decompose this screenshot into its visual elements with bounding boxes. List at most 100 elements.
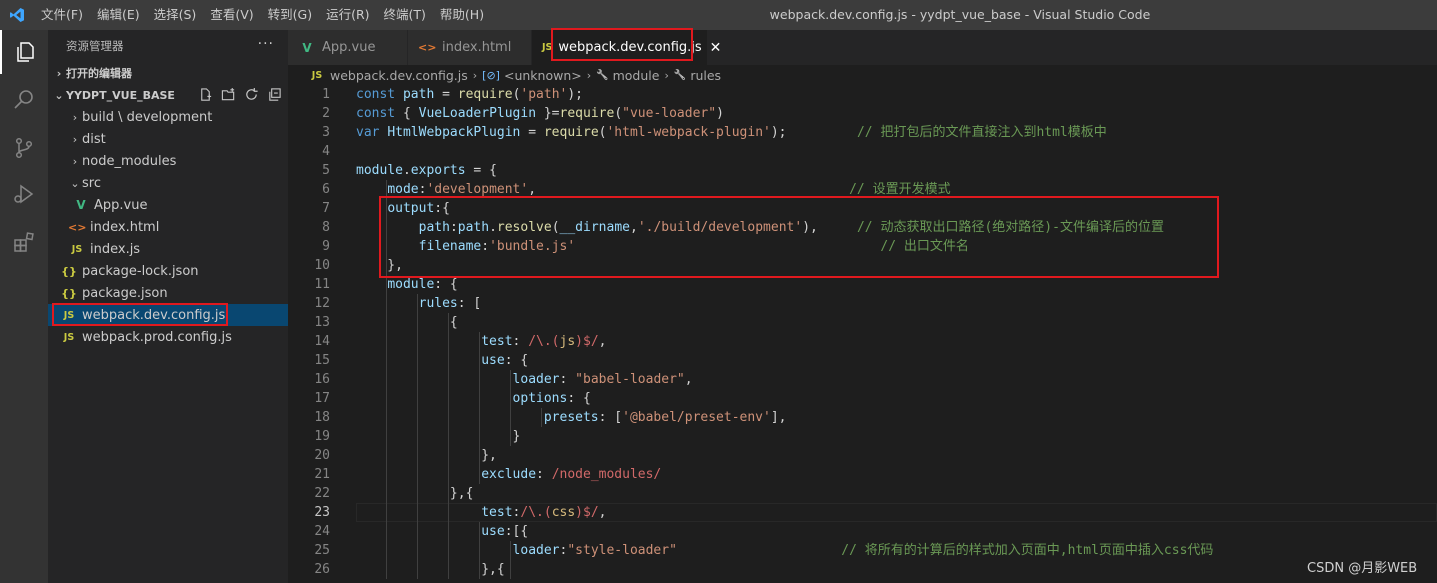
explorer-title: 资源管理器 <box>66 39 124 53</box>
code-token: test <box>481 334 513 349</box>
watermark: CSDN @月影WEB <box>1307 561 1418 576</box>
menu-edit[interactable]: 编辑(E) <box>90 0 147 30</box>
code-token: require <box>559 106 615 121</box>
tab-index-html[interactable]: <> index.html <box>408 30 532 65</box>
tree-item-package-lock[interactable]: {} package-lock.json <box>48 260 288 282</box>
tree-item-index-html[interactable]: <> index.html <box>48 216 288 238</box>
line-code: const { VueLoaderPlugin }=require("vue-l… <box>356 104 724 123</box>
tree-item-build[interactable]: › build \ development <box>48 106 288 128</box>
code-token: js <box>559 334 576 349</box>
breadcrumb-module[interactable]: module <box>613 68 660 83</box>
line-code: presets: ['@babel/preset-env'], <box>356 408 787 427</box>
chevron-right-icon: › <box>72 110 78 124</box>
code-token: VueLoaderPlugin <box>418 106 537 121</box>
code-token: },{ <box>356 486 474 501</box>
tree-item-index-js[interactable]: JS index.js <box>48 238 288 260</box>
folder-section[interactable]: ⌄ YYDPT_VUE_BASE <box>48 84 288 106</box>
tree-item-label: src <box>82 175 101 191</box>
tree-item-app-vue[interactable]: V App.vue <box>48 194 288 216</box>
source-control-icon[interactable] <box>0 126 48 170</box>
refresh-icon[interactable] <box>243 86 259 102</box>
code-line: 20 }, <box>288 446 1437 465</box>
extensions-icon[interactable] <box>0 220 48 264</box>
code-line: 6 mode:'development', // 设置开发模式 <box>288 180 1437 199</box>
line-number: 8 <box>322 220 330 235</box>
code-token: path <box>418 220 450 235</box>
search-icon[interactable] <box>0 78 48 122</box>
code-token: ); <box>567 87 584 102</box>
menu-selection[interactable]: 选择(S) <box>147 0 204 30</box>
line-code: path:path.resolve(__dirname,'./build/dev… <box>356 218 1164 237</box>
open-editors-section[interactable]: › 打开的编辑器 <box>48 62 288 84</box>
tree-item-src[interactable]: ⌄ src <box>48 172 288 194</box>
code-token: use <box>481 353 505 368</box>
explorer-icon[interactable] <box>0 30 48 74</box>
chevron-right-icon: › <box>664 68 669 82</box>
code-token: loader <box>512 372 560 387</box>
code-token: ], <box>770 410 787 425</box>
code-token: /node_modules/ <box>551 467 662 482</box>
code-token: . <box>489 220 497 235</box>
tree-item-label: dist <box>82 131 106 147</box>
code-token: /\.( <box>520 505 552 520</box>
code-token: : { <box>504 353 529 368</box>
line-number: 18 <box>314 410 330 425</box>
code-editor[interactable]: 1 const path = require('path'); 2 const { V… <box>288 85 1437 583</box>
breadcrumb-file[interactable]: webpack.dev.config.js <box>330 68 468 83</box>
line-number: 12 <box>314 296 330 311</box>
code-token: , <box>684 372 693 387</box>
menu-bar: 文件(F) 编辑(E) 选择(S) 查看(V) 转到(G) 运行(R) 终端(T… <box>34 0 491 30</box>
menu-file[interactable]: 文件(F) <box>34 0 90 30</box>
menu-help[interactable]: 帮助(H) <box>433 0 491 30</box>
line-code: use:[{ <box>356 522 528 541</box>
tree-item-label: webpack.dev.config.js <box>82 307 226 323</box>
tree-item-package-json[interactable]: {} package.json <box>48 282 288 304</box>
tree-item-node-modules[interactable]: › node_modules <box>48 150 288 172</box>
code-token: :[{ <box>504 524 529 539</box>
tab-webpack-dev-config[interactable]: JS webpack.dev.config.js ✕ <box>532 30 721 65</box>
code-token: = <box>520 125 544 140</box>
line-number: 2 <box>322 106 330 121</box>
code-token: module <box>356 163 403 178</box>
tree-item-webpack-dev-config[interactable]: JS webpack.dev.config.js <box>48 304 288 326</box>
folder-name: YYDPT_VUE_BASE <box>66 88 175 102</box>
collapse-all-icon[interactable] <box>266 86 282 102</box>
code-token: { <box>402 106 419 121</box>
new-file-icon[interactable] <box>197 86 213 102</box>
tree-item-dist[interactable]: › dist <box>48 128 288 150</box>
breadcrumb-unknown[interactable]: <unknown> <box>504 68 582 83</box>
close-icon[interactable]: ✕ <box>710 40 722 56</box>
code-token: , <box>528 182 537 197</box>
chevron-down-icon: ⌄ <box>70 176 80 190</box>
tree-item-webpack-prod-config[interactable]: JS webpack.prod.config.js <box>48 326 288 348</box>
code-token: }= <box>536 106 560 121</box>
tab-app-vue[interactable]: V App.vue <box>288 30 408 65</box>
code-token: '@babel/preset-env' <box>622 410 771 425</box>
menu-run[interactable]: 运行(R) <box>319 0 376 30</box>
new-folder-icon[interactable] <box>220 86 236 102</box>
code-token: ); <box>770 125 787 140</box>
menu-view[interactable]: 查看(V) <box>203 0 260 30</box>
code-token: : <box>559 372 576 387</box>
menu-go[interactable]: 转到(G) <box>261 0 319 30</box>
code-token: test <box>481 505 513 520</box>
code-line: 1 const path = require('path'); <box>288 85 1437 104</box>
breadcrumb-rules[interactable]: rules <box>690 68 721 83</box>
code-token: exports <box>410 163 466 178</box>
line-code: },{ <box>356 560 505 579</box>
code-token: rules <box>418 296 458 311</box>
run-debug-icon[interactable] <box>0 172 48 216</box>
line-number: 19 <box>314 429 330 444</box>
menu-terminal[interactable]: 终端(T) <box>377 0 433 30</box>
line-number: 16 <box>314 372 330 387</box>
code-token: filename <box>418 239 482 254</box>
more-actions-icon[interactable]: ··· <box>258 36 274 52</box>
line-code: use: { <box>356 351 528 370</box>
code-line: 7 output:{ <box>288 199 1437 218</box>
